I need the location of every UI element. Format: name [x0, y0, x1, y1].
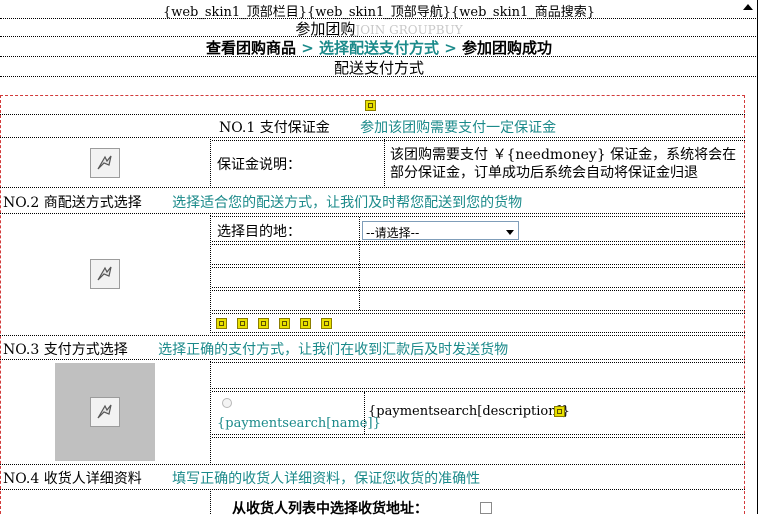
divider [0, 335, 745, 336]
section-no4-header: NO.4 收货人详细资料 填写正确的收货人详细资料，保证您收货的准确性 [3, 468, 480, 488]
payment-method-radio[interactable] [222, 398, 232, 408]
divider [212, 437, 745, 438]
broken-image-icon [90, 397, 120, 427]
divider [212, 362, 745, 363]
divider [212, 287, 745, 288]
divider [0, 76, 758, 77]
section-no3-hint: 选择正确的支付方式，让我们在收到汇款后及时发送货物 [158, 342, 509, 358]
deposit-desc-line1: 该团购需要支付 ￥{needmoney} 保证金，系统将会在 [390, 147, 737, 163]
broken-image-icon [90, 148, 120, 178]
destination-select[interactable]: --请选择-- [362, 221, 519, 240]
broken-gif-icon [321, 318, 332, 329]
section-no2-title: NO.2 商配送方式选择 [3, 195, 142, 211]
broken-gif-icon [216, 318, 227, 329]
form-border-left [0, 95, 1, 514]
section-no1-title: NO.1 支付保证金 [219, 120, 330, 136]
address-list-checkbox[interactable] [480, 502, 492, 514]
deposit-desc-line2: 部分保证金，订单成功后系统会自动将保证金归退 [390, 165, 698, 181]
divider [212, 290, 745, 291]
divider [212, 434, 745, 435]
section-no4-title: NO.4 收货人详细资料 [3, 471, 142, 487]
payment-method-name: {paymentsearch[name]} [217, 416, 381, 431]
broken-gif-icon [300, 318, 311, 329]
form-border-top [0, 95, 745, 96]
breadcrumb-step-current: 选择配送支付方式 [318, 39, 439, 57]
form-border-right [744, 95, 745, 514]
divider [212, 264, 745, 265]
divider [0, 114, 745, 115]
address-list-label: 从收货人列表中选择收货地址： [232, 501, 428, 517]
breadcrumb-step-view: 查看团购商品 [205, 39, 296, 57]
section-no2-header: NO.2 商配送方式选择 选择适合您的配送方式，让我们及时帮您配送到您的货物 [3, 192, 522, 212]
divider [210, 361, 211, 463]
breadcrumb-separator: > [439, 39, 463, 57]
divider [384, 139, 385, 186]
divider [0, 187, 745, 188]
divider [212, 241, 745, 242]
divider [210, 139, 211, 186]
divider [212, 267, 745, 268]
section-no2-hint: 选择适合您的配送方式，让我们及时帮您配送到您的货物 [172, 195, 523, 211]
breadcrumb: 查看团购商品 > 选择配送支付方式 > 参加团购成功 [0, 37, 758, 58]
breadcrumb-step-success: 参加团购成功 [462, 39, 553, 57]
payment-method-description: {paymentsearch[description]} [368, 404, 570, 419]
destination-select-value: --请选择-- [366, 226, 420, 240]
divider [0, 359, 745, 360]
breadcrumb-separator: > [295, 39, 319, 57]
divider [212, 216, 745, 217]
divider [0, 464, 745, 465]
scroll-up-arrow[interactable] [743, 4, 753, 10]
chevron-down-icon [506, 230, 514, 235]
broken-gif-icon [365, 100, 376, 111]
divider [212, 388, 745, 389]
divider [212, 244, 745, 245]
divider [212, 140, 745, 141]
title-en: JOIN GROUPBUY [355, 23, 463, 37]
section-no1-hint: 参加该团购需要支付一定保证金 [360, 120, 557, 136]
section-subtitle: 配送支付方式 [333, 59, 424, 77]
divider [0, 489, 745, 490]
divider [212, 391, 745, 392]
broken-gif-icon [554, 406, 565, 417]
deposit-description: 该团购需要支付 ￥{needmoney} 保证金，系统将会在 部分保证金，订单成… [390, 146, 744, 182]
section-no3-title: NO.3 支付方式选择 [3, 342, 128, 358]
divider [210, 491, 211, 514]
broken-image-icon [90, 259, 120, 289]
divider [212, 310, 745, 311]
divider [210, 215, 211, 333]
section-no4-hint: 填写正确的收货人详细资料，保证您收货的准确性 [172, 471, 481, 487]
broken-gif-icon [258, 318, 269, 329]
divider [0, 213, 745, 214]
section-no3-header: NO.3 支付方式选择 选择正确的支付方式，让我们在收到汇款后及时发送货物 [3, 339, 508, 359]
destination-label: 选择目的地： [217, 224, 301, 240]
section-no1-header: NO.1 支付保证金 参加该团购需要支付一定保证金 [219, 117, 556, 137]
broken-gif-icon [237, 318, 248, 329]
divider [0, 137, 745, 138]
divider [212, 332, 745, 333]
divider [212, 313, 745, 314]
deposit-label: 保证金说明： [217, 157, 301, 173]
broken-gif-icon [279, 318, 290, 329]
